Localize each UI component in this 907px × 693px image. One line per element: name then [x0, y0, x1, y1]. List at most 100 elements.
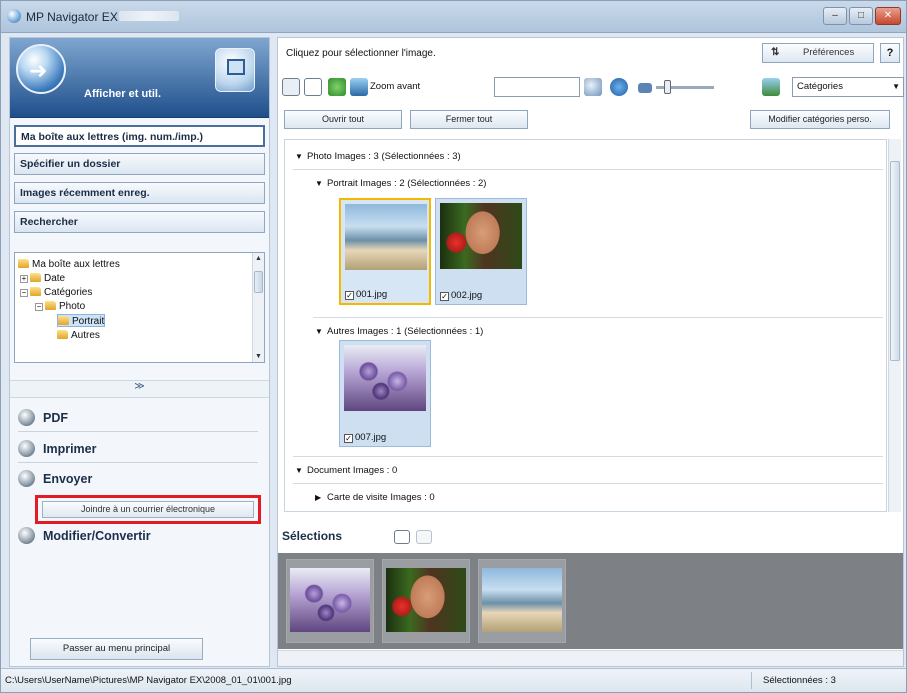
thumbnail-002[interactable]: ✓ 002.jpg	[435, 198, 527, 305]
folder-icon	[18, 259, 29, 268]
selected-thumb-woman[interactable]	[382, 559, 470, 643]
folder-icon	[30, 273, 41, 282]
toolbar: Zoom avant Catégories ▼	[282, 76, 904, 100]
chevron-down-icon: ▼	[892, 82, 900, 91]
minimize-button[interactable]: –	[823, 7, 847, 25]
thumbnail-001[interactable]: ✓ 001.jpg	[339, 198, 431, 305]
view-use-monitor-icon	[215, 48, 255, 92]
help-button[interactable]: ?	[880, 43, 900, 63]
grid-view-icon[interactable]	[304, 78, 322, 96]
collapse-toggle[interactable]: ≫	[10, 380, 269, 398]
group-document[interactable]: ▼ Document Images : 0	[295, 465, 397, 476]
nav-recent-images[interactable]: Images récemment enreg.	[14, 182, 265, 204]
tree-item-photo[interactable]: − Photo	[35, 300, 85, 313]
tree-item-categories[interactable]: − Catégories	[20, 286, 92, 299]
preferences-icon: ⇅	[771, 47, 780, 58]
nav-search[interactable]: Rechercher	[14, 211, 265, 233]
photo-couple	[345, 204, 427, 270]
print-action[interactable]: Imprimer	[18, 438, 97, 460]
tree-item-portrait[interactable]: Portrait	[57, 314, 106, 327]
open-all-button[interactable]: Ouvrir tout	[284, 110, 402, 129]
category-select[interactable]: Catégories ▼	[792, 77, 904, 97]
photo-couple	[482, 568, 562, 632]
title-bar: MP Navigator EX – □ ✕	[1, 1, 906, 33]
app-logo-icon	[7, 9, 21, 23]
selections-title: Sélections	[282, 529, 343, 543]
thumbnail-007[interactable]: ✓ 007.jpg	[339, 340, 431, 447]
list-scrollbar[interactable]	[888, 139, 901, 512]
collapse-triangle-icon: ▼	[295, 466, 303, 475]
collapse-triangle-icon: ▼	[315, 327, 323, 336]
zoom-in-icon[interactable]	[350, 78, 368, 96]
search-icon[interactable]	[584, 78, 602, 96]
title-blur	[119, 11, 179, 21]
file-path: C:\Users\UserName\Pictures\MP Navigator …	[5, 675, 292, 686]
pencil-icon	[18, 527, 35, 544]
divider	[293, 169, 883, 170]
group-portrait[interactable]: ▼ Portrait Images : 2 (Sélectionnées : 2)	[315, 178, 486, 189]
send-action[interactable]: Envoyer	[18, 468, 92, 490]
checkbox-icon[interactable]: ✓	[344, 434, 353, 443]
folder-icon	[30, 287, 41, 296]
divider	[18, 462, 258, 463]
nav-my-box[interactable]: Ma boîte aux lettres (img. num./imp.)	[14, 125, 265, 147]
divider	[293, 483, 883, 484]
search-input[interactable]	[494, 77, 580, 97]
selections-strip	[278, 553, 903, 649]
divider	[313, 317, 883, 318]
maximize-button[interactable]: □	[849, 7, 873, 25]
refresh-icon[interactable]	[610, 78, 628, 96]
group-business-card[interactable]: ▶ Carte de visite Images : 0	[315, 492, 435, 503]
scroll-thumb[interactable]	[890, 161, 900, 361]
group-autres[interactable]: ▼ Autres Images : 1 (Sélectionnées : 1)	[315, 326, 483, 337]
zoom-label[interactable]: Zoom avant	[370, 81, 420, 92]
attach-email-button[interactable]: Joindre à un courrier électronique	[42, 501, 254, 518]
selected-thumb-couple[interactable]	[478, 559, 566, 643]
hint-text: Cliquez pour sélectionner l'image.	[286, 48, 436, 59]
collapse-triangle-icon: ▼	[315, 179, 323, 188]
tree-scrollbar[interactable]: ▲ ▼	[252, 253, 264, 362]
tree-item-date[interactable]: + Date	[20, 272, 65, 285]
tree-item-autres[interactable]: Autres	[57, 329, 100, 342]
back-to-main-button[interactable]: Passer au menu principal	[30, 638, 203, 660]
image-list: ▼ Photo Images : 3 (Sélectionnées : 3) ▼ P…	[284, 139, 887, 512]
divider	[293, 456, 883, 457]
pdf-icon	[18, 409, 35, 426]
collapse-icon[interactable]: −	[20, 289, 28, 297]
selected-thumb-flowers[interactable]	[286, 559, 374, 643]
right-pane: Cliquez pour sélectionner l'image. ⇅ Préf…	[277, 37, 904, 667]
horizontal-scrollbar[interactable]	[278, 650, 903, 666]
checkbox-icon[interactable]: ✓	[345, 291, 354, 300]
correct-image-icon[interactable]	[328, 78, 346, 96]
view-use-header[interactable]: ➜ Afficher et util.	[10, 38, 269, 118]
category-folder-icon	[58, 316, 69, 325]
thumbnail-size-slider[interactable]	[656, 80, 714, 94]
view-use-label: Afficher et util.	[84, 88, 162, 100]
printer-icon	[18, 440, 35, 457]
divider	[751, 672, 752, 689]
status-bar: C:\Users\UserName\Pictures\MP Navigator …	[1, 668, 906, 692]
tree-item-mailbox[interactable]: Ma boîte aux lettres	[18, 258, 120, 271]
nav-specify-folder[interactable]: Spécifier un dossier	[14, 153, 265, 175]
thumbnail-view-icon[interactable]	[282, 78, 300, 96]
small-thumbnail-icon	[638, 83, 652, 93]
preferences-button[interactable]: ⇅ Préférences	[762, 43, 874, 63]
selection-clear-icon[interactable]	[416, 530, 432, 544]
app-window: MP Navigator EX – □ ✕ ➜ Afficher et util…	[0, 0, 907, 693]
edit-convert-action[interactable]: Modifier/Convertir	[18, 525, 151, 547]
navigator-globe-icon: ➜	[16, 44, 66, 94]
pdf-action[interactable]: PDF	[18, 407, 68, 429]
collapse-icon[interactable]: −	[35, 303, 43, 311]
highlight-box: Joindre à un courrier électronique	[35, 495, 261, 524]
edit-categories-button[interactable]: Modifier catégories perso.	[750, 110, 890, 129]
close-all-button[interactable]: Fermer tout	[410, 110, 528, 129]
checkbox-icon[interactable]: ✓	[440, 292, 449, 301]
photo-woman	[440, 203, 522, 269]
selection-grid-icon[interactable]	[394, 530, 410, 544]
photo-flowers	[344, 345, 426, 411]
close-button[interactable]: ✕	[875, 7, 901, 25]
group-photo[interactable]: ▼ Photo Images : 3 (Sélectionnées : 3)	[295, 151, 461, 162]
expand-icon[interactable]: +	[20, 275, 28, 283]
large-thumbnail-icon	[762, 78, 780, 96]
divider	[18, 431, 258, 432]
